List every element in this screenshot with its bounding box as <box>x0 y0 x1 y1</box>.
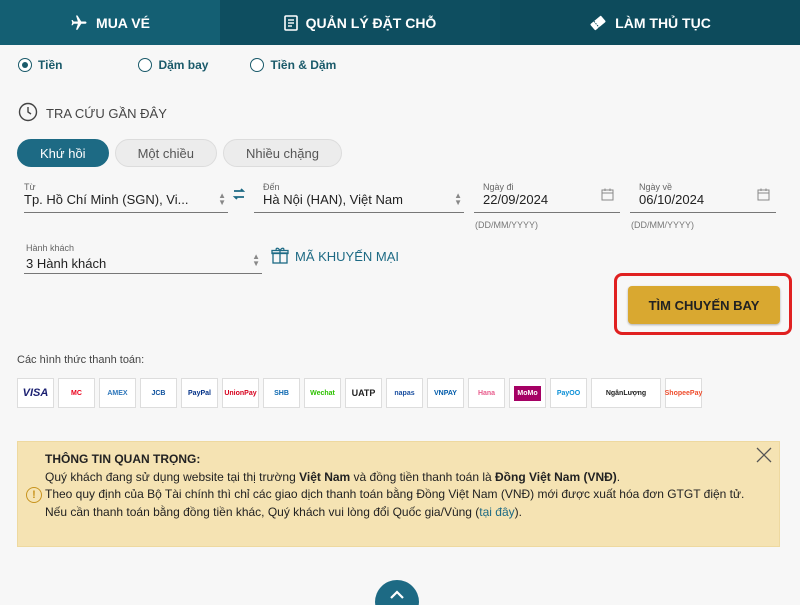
from-value: Tp. Hồ Chí Minh (SGN), Vi... <box>24 192 189 207</box>
tab-label: MUA VÉ <box>96 14 150 31</box>
info-market: Việt Nam <box>299 469 351 484</box>
info-text: Nếu cần thanh toán bằng đồng tiền khác, … <box>45 504 480 519</box>
radio-dot <box>250 58 265 72</box>
payment-logo-visa: VISA <box>17 378 54 408</box>
passengers-label: Hành khách <box>26 243 75 253</box>
recent-search-label: TRA CỨU GẦN ĐÂY <box>46 106 167 121</box>
promo-code-link[interactable]: MÃ KHUYẾN MẠI <box>271 246 399 267</box>
search-flights-button[interactable]: TÌM CHUYẾN BAY <box>628 286 780 324</box>
trip-khu-hoi[interactable]: Khứ hồi <box>17 139 109 167</box>
payment-logo-jcb: JCB <box>140 378 177 408</box>
scroll-to-top-button[interactable] <box>375 580 419 605</box>
payment-logo-uatp: UATP <box>345 378 382 408</box>
info-line-1: Quý khách đang sử dụng website tại thị t… <box>45 469 765 487</box>
sort-arrows-icon: ▲ ▼ <box>454 191 462 207</box>
info-text: và đồng tiền thanh toán là <box>350 469 495 484</box>
payment-logo-ngnlng: NgânLượng <box>591 378 661 408</box>
depart-date-field[interactable]: Ngày đi 22/09/2024 <box>474 182 620 213</box>
trip-nhieu-chang[interactable]: Nhiều chặng <box>222 139 342 167</box>
tab-quan-ly-dat-cho[interactable]: QUẢN LÝ ĐẶT CHỖ <box>220 0 500 45</box>
payment-logo-napas: napas <box>386 378 423 408</box>
info-currency: Đồng Việt Nam (VNĐ) <box>495 469 617 484</box>
trip-type-group: Khứ hồi Một chiều Nhiều chặng <box>17 139 342 167</box>
payment-logo-payoo: PayOO <box>550 378 587 408</box>
info-line-2: Theo quy định của Bộ Tài chính thì chỉ c… <box>45 487 745 501</box>
payment-logo-paypal: PayPal <box>181 378 218 408</box>
radio-dot <box>18 58 32 72</box>
top-tab-bar: MUA VÉ QUẢN LÝ ĐẶT CHỖ LÀM THỦ TỤC <box>0 0 800 45</box>
tab-lam-thu-tuc[interactable]: LÀM THỦ TỤC <box>500 0 800 45</box>
radio-tien-dam[interactable]: Tiền & Dặm <box>250 58 336 72</box>
sort-arrows-icon: ▲ ▼ <box>252 252 260 268</box>
radio-label: Tiền <box>38 58 63 72</box>
depart-label: Ngày đi <box>483 182 514 192</box>
depart-value: 22/09/2024 <box>483 192 549 207</box>
promo-label: MÃ KHUYẾN MẠI <box>295 249 400 264</box>
recent-search-link[interactable]: TRA CỨU GẦN ĐÂY <box>18 102 167 125</box>
clock-icon <box>18 102 38 125</box>
info-text: . <box>616 469 621 484</box>
important-info-box: ! THÔNG TIN QUAN TRỌNG: Quý khách đang s… <box>17 441 780 547</box>
radio-dam-bay[interactable]: Dặm bay <box>138 58 208 72</box>
info-title: THÔNG TIN QUAN TRỌNG: <box>45 452 201 466</box>
info-text: Quý khách đang sử dụng website tại thị t… <box>45 469 300 484</box>
to-field[interactable]: Đến Hà Nội (HAN), Việt Nam ▲ ▼ <box>254 182 464 213</box>
warning-icon: ! <box>26 487 42 503</box>
trip-mot-chieu[interactable]: Một chiều <box>114 139 217 167</box>
payment-logo-vnpay: VNPAY <box>427 378 464 408</box>
calendar-icon <box>757 188 770 206</box>
return-value: 06/10/2024 <box>639 192 705 207</box>
tab-mua-ve[interactable]: MUA VÉ <box>0 0 220 45</box>
passengers-field[interactable]: Hành khách 3 Hành khách ▲ ▼ <box>24 243 262 274</box>
radio-tien[interactable]: Tiền <box>18 58 62 72</box>
gift-icon <box>271 246 289 267</box>
swap-icon[interactable] <box>232 187 246 204</box>
payment-logo-hana: Hana <box>468 378 505 408</box>
to-label: Đến <box>263 182 280 192</box>
book-icon <box>283 14 298 31</box>
tab-label: LÀM THỦ TỤC <box>615 14 711 31</box>
from-label: Từ <box>24 182 36 192</box>
payment-methods-row: VISA MC AMEX JCB PayPal UnionPay SHB Wechat UATP… <box>17 378 702 408</box>
info-text: ). <box>514 504 522 519</box>
passengers-value: 3 Hành khách <box>26 256 107 271</box>
to-value: Hà Nội (HAN), Việt Nam <box>263 192 403 207</box>
chevron-up-icon <box>389 586 405 604</box>
payment-methods-label: Các hình thức thanh toán: <box>17 354 145 366</box>
payment-logo-wechat: Wechat <box>304 378 341 408</box>
return-hint: (DD/MM/YYYY) <box>631 220 694 230</box>
payment-logo-amex: AMEX <box>99 378 136 408</box>
from-field[interactable]: Từ Tp. Hồ Chí Minh (SGN), Vi... ▲ ▼ <box>24 182 228 213</box>
depart-hint: (DD/MM/YYYY) <box>475 220 538 230</box>
ticket-icon <box>589 15 607 31</box>
calendar-icon <box>601 188 614 206</box>
payment-logo-unionpay: UnionPay <box>222 378 259 408</box>
plane-icon <box>70 14 88 32</box>
change-country-link[interactable]: tại đây <box>479 505 514 519</box>
tab-label: QUẢN LÝ ĐẶT CHỖ <box>305 14 437 31</box>
payment-logo-shopeepay: ShopeePay <box>665 378 702 408</box>
return-date-field[interactable]: Ngày về 06/10/2024 <box>630 182 776 213</box>
radio-dot <box>138 58 153 72</box>
radio-label: Dặm bay <box>158 58 209 72</box>
info-line-3: Nếu cần thanh toán bằng đồng tiền khác, … <box>45 504 765 522</box>
sort-arrows-icon: ▲ ▼ <box>218 191 226 207</box>
payment-logo-momo: MoMo <box>509 378 546 408</box>
fare-type-group: Tiền Dặm bay Tiền & Dặm <box>18 58 372 72</box>
payment-logo-mc: MC <box>58 378 95 408</box>
return-label: Ngày về <box>639 182 673 192</box>
radio-label: Tiền & Dặm <box>270 58 337 72</box>
payment-logo-shb: SHB <box>263 378 300 408</box>
